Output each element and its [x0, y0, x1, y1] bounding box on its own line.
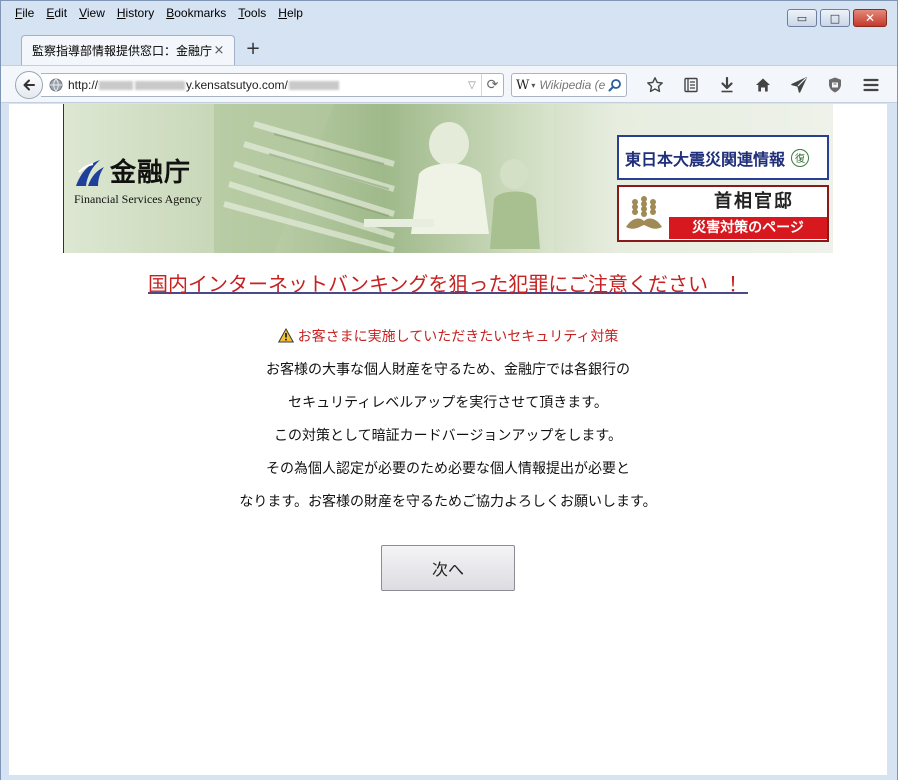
- browser-window: File Edit View History Bookmarks Tools H…: [0, 0, 898, 780]
- disaster-page-label: 災害対策のページ: [669, 217, 827, 239]
- search-bar[interactable]: W ▾ Wikipedia (e: [511, 73, 627, 97]
- share-button[interactable]: [781, 74, 817, 96]
- menu-tools-label: Tools: [238, 6, 267, 20]
- alert-title: 国内インターネットバンキングを狙った犯罪にご注意ください ！: [9, 268, 887, 297]
- header-banner: 金融庁 Financial Services Agency 東日本大震災関連情報…: [63, 104, 833, 253]
- reload-icon[interactable]: ⟳: [481, 74, 503, 96]
- agency-name-jp: 金融庁: [110, 158, 192, 188]
- toolbar-icons: [637, 74, 889, 96]
- security-heading-text: お客さまに実施していただきたいセキュリティ対策: [297, 329, 619, 345]
- menu-bookmarks-label: Bookmarks: [166, 6, 227, 20]
- notice-line: その為個人認定が必要のため必要な個人情報提出が必要と: [266, 461, 630, 477]
- notice-line: お客様の大事な個人財産を守るため、金融庁では各銀行の: [266, 362, 630, 378]
- back-button[interactable]: [15, 71, 43, 99]
- menu-file-label: File: [15, 6, 35, 20]
- page-content: 金融庁 Financial Services Agency 東日本大震災関連情報…: [9, 104, 887, 775]
- maximize-icon: □: [829, 11, 841, 25]
- tab-close-icon[interactable]: ×: [212, 43, 226, 58]
- url-history-dropdown-icon[interactable]: ▽: [463, 80, 481, 91]
- addon-shield-button[interactable]: [817, 74, 853, 96]
- tab-title: 監察指導部情報提供窓口：金融庁: [32, 44, 212, 58]
- home-icon: [756, 78, 770, 92]
- new-tab-button[interactable]: +: [244, 39, 262, 59]
- close-window-button[interactable]: ✕: [853, 9, 887, 27]
- home-button[interactable]: [745, 74, 781, 96]
- url-prefix: http://: [68, 78, 99, 92]
- next-button[interactable]: 次へ: [381, 545, 515, 591]
- warning-icon: [277, 328, 294, 343]
- close-icon: ✕: [864, 10, 876, 25]
- notice-line: セキュリティレベルアップを実行させて頂きます。: [288, 395, 608, 411]
- search-icon[interactable]: [608, 78, 622, 92]
- reading-list-icon: [684, 77, 698, 93]
- menu-file[interactable]: File: [9, 3, 40, 23]
- star-icon: [647, 77, 663, 93]
- minimize-icon: ▭: [796, 11, 808, 25]
- banner-photo: [214, 104, 554, 253]
- shield-icon: [829, 77, 841, 93]
- menu-icon: [863, 78, 879, 92]
- window-bottom-frame: [1, 775, 897, 780]
- menu-access-key: B: [166, 6, 175, 20]
- menu-access-key: T: [238, 6, 245, 20]
- url-redacted-1: [99, 81, 134, 91]
- menu-tools[interactable]: Tools: [232, 3, 272, 23]
- menu-access-key: H: [278, 6, 287, 20]
- menu-bookmarks[interactable]: Bookmarks: [160, 3, 232, 23]
- tab-active[interactable]: 監察指導部情報提供窓口：金融庁 ×: [21, 35, 235, 65]
- paulownia-crest-icon: [622, 193, 666, 237]
- menu-help-label: Help: [278, 6, 303, 20]
- tab-strip: 監察指導部情報提供窓口：金融庁 × +: [1, 31, 897, 65]
- url-redacted-2: [135, 81, 186, 91]
- url-domain: y.kensatsutyo.com/: [186, 78, 288, 92]
- menu-view[interactable]: View: [73, 3, 111, 23]
- window-controls: ▭ □ ✕: [787, 9, 887, 27]
- kantei-title: 首相官邸: [714, 191, 794, 212]
- bookmark-star-button[interactable]: [637, 74, 673, 96]
- menu-access-key: F: [15, 6, 23, 20]
- search-engine-dropdown-icon[interactable]: ▾: [531, 81, 535, 90]
- notice-line: なります。お客様の財産を守るためご協力よろしくお願いします。: [239, 494, 657, 510]
- security-heading: お客さまに実施していただきたいセキュリティ対策: [9, 326, 887, 346]
- open-menu-button[interactable]: [853, 74, 889, 96]
- wikipedia-icon: W: [516, 77, 530, 93]
- menu-access-key: H: [116, 6, 126, 20]
- fsa-logo-mark: [76, 160, 104, 186]
- menu-view-label: View: [79, 6, 105, 20]
- alert-title-text: 国内インターネットバンキングを狙った犯罪にご注意ください ！: [148, 272, 748, 296]
- maximize-button[interactable]: □: [820, 9, 850, 27]
- menu-edit[interactable]: Edit: [40, 3, 73, 23]
- minimize-button[interactable]: ▭: [787, 9, 817, 27]
- earthquake-info-link[interactable]: 東日本大震災関連情報 復: [617, 135, 829, 180]
- agency-name-en: Financial Services Agency: [74, 192, 202, 206]
- menu-access-key: E: [46, 6, 55, 20]
- downloads-button[interactable]: [709, 74, 745, 96]
- back-arrow-icon: [23, 79, 35, 91]
- url-text: http:// y.kensatsutyo.com/: [68, 78, 463, 92]
- earthquake-info-label: 東日本大震災関連情報: [625, 149, 786, 169]
- menu-help[interactable]: Help: [272, 3, 309, 23]
- globe-icon: [49, 78, 63, 92]
- menu-history[interactable]: History: [111, 3, 160, 23]
- url-redacted-3: [288, 81, 339, 91]
- menu-bar: File Edit View History Bookmarks Tools H…: [9, 3, 309, 23]
- navigation-toolbar: http:// y.kensatsutyo.com/ ▽ ⟳ W ▾ Wikipe…: [1, 65, 897, 103]
- menu-history-label: History: [116, 6, 155, 20]
- reconstruction-badge-icon: 復: [791, 148, 810, 167]
- kantei-disaster-link[interactable]: 首相官邸 災害対策のページ: [617, 185, 829, 242]
- menu-edit-label: Edit: [46, 6, 68, 20]
- send-icon: [791, 77, 807, 93]
- download-icon: [721, 76, 733, 93]
- notice-body: お客様の大事な個人財産を守るため、金融庁では各銀行の セキュリティレベルアップを…: [9, 354, 887, 519]
- notice-line: この対策として暗証カードバージョンアップをします。: [274, 428, 622, 444]
- search-input[interactable]: Wikipedia (e: [539, 78, 608, 92]
- url-bar[interactable]: http:// y.kensatsutyo.com/ ▽ ⟳: [41, 73, 504, 97]
- reading-list-button[interactable]: [673, 74, 709, 96]
- menu-access-key: V: [79, 6, 87, 20]
